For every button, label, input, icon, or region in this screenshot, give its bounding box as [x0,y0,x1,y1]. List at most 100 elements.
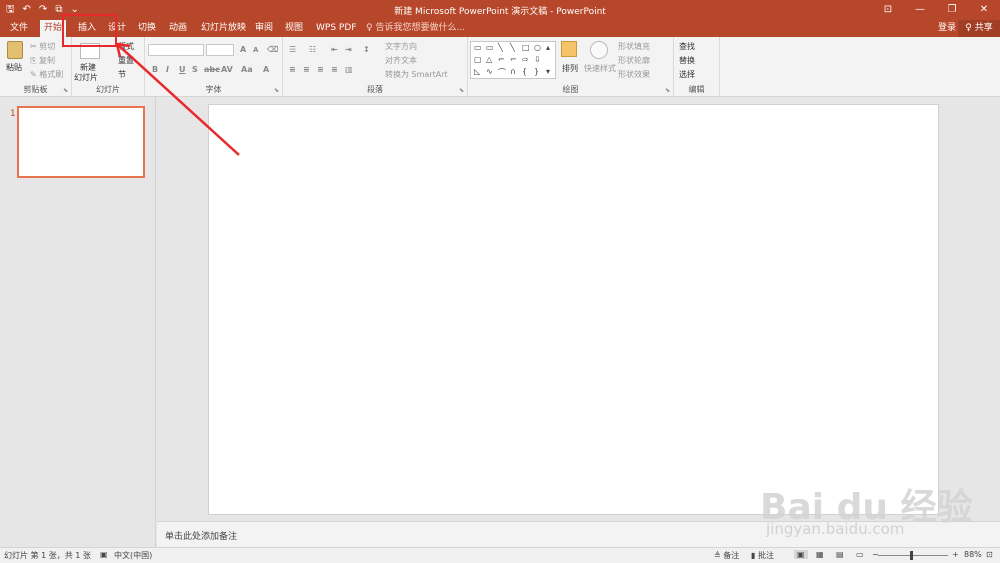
arc-shape-icon[interactable]: ⌒ [498,67,506,78]
fit-to-window-icon[interactable]: ⊡ [986,550,993,559]
textbox-shape-icon[interactable]: ▭ [474,43,482,52]
font-size-combo[interactable] [206,44,234,56]
dialog-launcher-icon[interactable]: ⬊ [274,87,279,94]
vertical-textbox-shape-icon[interactable]: ▭ [486,43,494,52]
connector-shape-icon[interactable]: ⌐ [510,55,517,64]
tell-me-search[interactable]: ♀ 告诉我您想要做什么... [366,20,465,37]
dialog-launcher-icon[interactable]: ⬊ [459,87,464,94]
line-spacing-icon[interactable]: ↕ [363,45,370,54]
justify-icon[interactable]: ≡ [331,65,338,74]
sign-in-link[interactable]: 登录 [938,20,956,37]
freeform-shape-icon[interactable]: ◺ [474,67,480,76]
close-icon[interactable]: ✕ [968,0,1000,20]
quick-styles-icon[interactable] [590,41,608,59]
tab-file[interactable]: 文件 [6,20,32,37]
restore-icon[interactable]: ❐ [936,0,968,20]
arrange-icon[interactable] [561,41,577,57]
shapes-gallery[interactable]: ▭ ▭ ╲ ╲ □ ○ ▢ △ ⌐ ⌐ ⇨ ⇩ ◺ ∿ ⌒ ∩ { } ▴ ▾ [470,41,556,79]
align-center-icon[interactable]: ≡ [303,65,310,74]
zoom-slider[interactable] [878,555,948,556]
find-button[interactable]: 查找 [679,41,695,52]
line-shape-icon[interactable]: ╲ [510,43,515,52]
tab-review[interactable]: 审阅 [251,20,277,37]
arrow-shape-icon[interactable]: ⇨ [522,55,529,64]
dialog-launcher-icon[interactable]: ⬊ [63,87,68,94]
char-spacing-button[interactable]: AV [221,65,233,74]
increase-indent-icon[interactable]: ⇥ [345,45,352,54]
triangle-shape-icon[interactable]: △ [486,55,492,64]
paste-icon[interactable] [7,41,23,59]
format-painter-button[interactable]: ✎ 格式刷 [30,69,63,80]
text-direction-button[interactable]: 文字方向 [385,41,417,52]
section-button[interactable]: 节 [118,69,126,80]
copy-button[interactable]: ⎘ 复制 [30,55,55,66]
connector-shape-icon[interactable]: ⌐ [498,55,505,64]
convert-smartart-button[interactable]: 转换为 SmartArt [385,69,448,80]
share-button[interactable]: ♀ 共享 [958,20,1000,37]
numbering-icon[interactable]: ☷ [309,45,316,54]
shadow-button[interactable]: S [192,65,198,74]
rounded-rectangle-shape-icon[interactable]: ▢ [474,55,482,64]
slide-thumbnail[interactable] [17,106,145,178]
decrease-indent-icon[interactable]: ⇤ [331,45,338,54]
strikethrough-button[interactable]: abc [204,65,220,74]
align-left-icon[interactable]: ≡ [289,65,296,74]
grow-font-button[interactable]: A [240,45,246,54]
zoom-in-icon[interactable]: + [952,550,959,559]
replace-button[interactable]: 替换 [679,55,695,66]
font-name-combo[interactable] [148,44,204,56]
tab-view[interactable]: 视图 [281,20,307,37]
tab-transitions[interactable]: 切换 [134,20,160,37]
reading-view-icon[interactable]: ▤ [836,550,844,559]
dialog-launcher-icon[interactable]: ⬊ [665,87,670,94]
zoom-level[interactable]: 88% [964,550,982,559]
bullets-icon[interactable]: ☰ [289,45,296,54]
rectangle-shape-icon[interactable]: □ [522,43,530,52]
cut-button[interactable]: ✂ 剪切 [30,41,55,52]
columns-icon[interactable]: ▥ [345,65,353,74]
line-shape-icon[interactable]: ╲ [498,43,503,52]
paste-button[interactable]: 粘贴 [6,62,22,73]
change-case-button[interactable]: Aa [241,65,253,74]
curve-shape-icon[interactable]: ∩ [510,67,516,76]
gallery-more-icon[interactable]: ▾ [546,67,550,76]
curve-shape-icon[interactable]: ∿ [486,67,493,76]
shrink-font-button[interactable]: A [253,46,258,54]
quick-styles-button[interactable]: 快速样式 [584,63,616,74]
zoom-slider-thumb[interactable] [910,551,913,560]
layout-button[interactable]: 版式 [118,41,134,52]
notes-placeholder[interactable]: 单击此处添加备注 [165,529,237,542]
tab-animations[interactable]: 动画 [165,20,191,37]
font-group: A A ⌫ B I U S abc AV Aa A 字体 ⬊ [145,37,283,97]
normal-view-icon[interactable]: ▣ [794,550,808,559]
shape-fill-button[interactable]: 形状填充 [618,41,650,52]
align-right-icon[interactable]: ≡ [317,65,324,74]
comments-button[interactable]: ▮ 批注 [751,550,774,561]
select-button[interactable]: 选择 [679,69,695,80]
brace-shape-icon[interactable]: { [522,67,527,76]
brace-shape-icon[interactable]: } [534,67,539,76]
language-status[interactable]: 中文(中国) [114,550,152,561]
italic-button[interactable]: I [166,65,169,74]
reset-button[interactable]: 重置 [118,55,134,66]
shape-effects-button[interactable]: 形状效果 [618,69,650,80]
bold-button[interactable]: B [152,65,158,74]
underline-button[interactable]: U [179,65,186,74]
slide-sorter-view-icon[interactable]: ▦ [816,550,824,559]
tab-wps-pdf[interactable]: WPS PDF [312,20,360,37]
font-color-button[interactable]: A [263,65,269,74]
minimize-icon[interactable]: — [904,0,936,20]
gallery-scroll-icon[interactable]: ▴ [546,43,550,52]
new-slide-button-line2[interactable]: 幻灯片 [74,72,98,83]
down-arrow-shape-icon[interactable]: ⇩ [534,55,541,64]
notes-toggle-button[interactable]: ≜ 备注 [714,550,739,561]
slideshow-view-icon[interactable]: ▭ [856,550,864,559]
align-text-button[interactable]: 对齐文本 [385,55,417,66]
oval-shape-icon[interactable]: ○ [534,43,541,52]
shape-outline-button[interactable]: 形状轮廓 [618,55,650,66]
tab-slideshow[interactable]: 幻灯片放映 [197,20,250,37]
arrange-button[interactable]: 排列 [562,63,578,74]
ribbon-display-options-icon[interactable]: ⊡ [872,0,904,20]
clear-format-icon[interactable]: ⌫ [267,45,278,54]
proofing-icon[interactable]: ▣ [100,550,108,559]
